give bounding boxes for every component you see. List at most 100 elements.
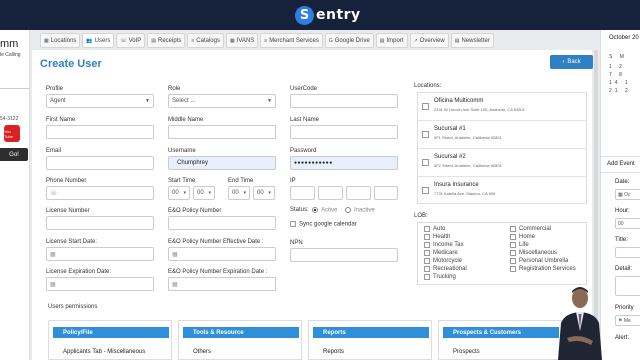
- middle-name-label: Middle Name: [168, 117, 204, 123]
- permission-card-reports: Reports Reports: [308, 320, 432, 360]
- lob-checkbox-registration-services[interactable]: Registration Services: [510, 266, 576, 272]
- start-hour-select[interactable]: 00 ▾: [168, 186, 190, 200]
- event-title-input[interactable]: [615, 247, 640, 258]
- lob-checkbox-trucking[interactable]: Trucking: [424, 274, 456, 280]
- license-start-date-input[interactable]: ▦: [46, 247, 154, 261]
- tab-label: IVANS: [236, 37, 255, 44]
- ip-octet-2-input[interactable]: [318, 186, 343, 200]
- calendar-week-row[interactable]: 21 2: [609, 88, 631, 94]
- checkbox-icon[interactable]: [422, 131, 429, 138]
- tagline-fragment: le Calling: [0, 52, 21, 58]
- ip-octet-3-input[interactable]: [346, 186, 371, 200]
- permission-card-header[interactable]: Tools & Resource: [183, 327, 299, 338]
- calendar-week-row[interactable]: 1 2: [609, 64, 625, 70]
- lob-checkbox-auto[interactable]: Auto: [424, 226, 445, 232]
- permission-item[interactable]: Applicants Tab - Miscellaneous: [63, 349, 145, 355]
- middle-name-input[interactable]: [168, 125, 276, 139]
- permission-item[interactable]: Reports: [323, 349, 344, 355]
- youtube-icon[interactable]: You Tube: [4, 125, 20, 142]
- email-input[interactable]: [46, 156, 154, 170]
- weekday-row: S M: [609, 54, 627, 60]
- location-item[interactable]: Insura Insurance 7731 Katella Ave, Stant…: [418, 177, 586, 205]
- tab-google-drive[interactable]: G Google Drive: [324, 33, 374, 48]
- location-item[interactable]: Oficina Multicomm 2331 W Lincoln Ave Sui…: [418, 93, 586, 121]
- lob-checkbox-commercial[interactable]: Commercial: [510, 226, 551, 232]
- location-name: Insura Insurance: [434, 182, 479, 188]
- start-hour-value: 00: [172, 190, 179, 196]
- tab-catalogs[interactable]: ≡ Catalogs: [187, 33, 224, 48]
- lob-checkbox-life[interactable]: Life: [510, 242, 529, 248]
- first-name-input[interactable]: [46, 125, 154, 139]
- checkbox-icon: [424, 266, 430, 272]
- license-number-input[interactable]: [46, 216, 154, 230]
- usercode-input[interactable]: [290, 94, 398, 108]
- event-priority-value: Me: [623, 317, 631, 324]
- start-minute-select[interactable]: 00 ▾: [193, 186, 215, 200]
- ip-label: IP: [290, 178, 296, 184]
- checkbox-icon[interactable]: [422, 103, 429, 110]
- calendar-week-row[interactable]: 7 8: [609, 72, 625, 78]
- users-icon: 👥: [86, 37, 93, 44]
- eo-effective-date-input[interactable]: ▦: [168, 247, 276, 261]
- tab-import[interactable]: ▤ Import: [375, 33, 408, 48]
- end-hour-select[interactable]: 00 ▾: [228, 186, 250, 200]
- lob-label-text: Trucking: [433, 274, 456, 280]
- ip-octet-4-input[interactable]: [374, 186, 398, 200]
- ip-octet-1-input[interactable]: [290, 186, 315, 200]
- end-minute-select[interactable]: 00 ▾: [253, 186, 275, 200]
- tab-label: Google Drive: [334, 37, 370, 44]
- location-address: 7731 Katella Ave, Stanton, CA 906: [434, 191, 496, 196]
- go-button[interactable]: Go!: [0, 148, 28, 161]
- tab-voip[interactable]: ☏ VoIP: [116, 33, 146, 48]
- lob-checkbox-recreational[interactable]: Recreational: [424, 266, 467, 272]
- tab-receipts[interactable]: ▤ Receipts: [147, 33, 186, 48]
- profile-select[interactable]: Agent ▼: [46, 94, 154, 108]
- back-button[interactable]: ‹ Back: [550, 55, 593, 69]
- tab-overview[interactable]: ↗ Overview: [409, 33, 449, 48]
- event-date-input[interactable]: ▦ Oc: [615, 189, 640, 200]
- lob-label-text: Personal Umbrella: [519, 258, 569, 264]
- eo-policy-number-input[interactable]: [168, 216, 276, 230]
- tab-ivans[interactable]: ▦ IVANS: [225, 33, 259, 48]
- npn-input[interactable]: [290, 248, 398, 262]
- permission-item[interactable]: Prospects: [453, 349, 480, 355]
- tab-newsletter[interactable]: ▤ Newsletter: [450, 33, 494, 48]
- last-name-input[interactable]: [290, 125, 398, 139]
- checkbox-icon[interactable]: [422, 159, 429, 166]
- checkbox-icon[interactable]: [422, 187, 429, 194]
- eo-expiration-date-input[interactable]: ▦: [168, 277, 276, 291]
- location-item[interactable]: Sucursal #2 0F2 Street, Anaheim, Califor…: [418, 149, 586, 177]
- username-input[interactable]: Chumphrey: [168, 156, 276, 170]
- permission-item[interactable]: Others: [193, 349, 211, 355]
- google-icon: G: [328, 37, 333, 44]
- license-expiration-date-input[interactable]: ▦: [46, 277, 154, 291]
- sentry-logo[interactable]: S entry: [295, 5, 361, 25]
- event-priority-select[interactable]: ⚑ Me: [615, 315, 640, 326]
- phone-icon: ☏: [50, 190, 58, 197]
- password-input[interactable]: ●●●●●●●●●●●: [290, 156, 398, 170]
- lob-checkbox-health[interactable]: Health: [424, 234, 450, 240]
- password-label: Password: [290, 148, 317, 154]
- sync-google-checkbox[interactable]: Sync google calendar: [290, 221, 357, 228]
- event-hour-select[interactable]: 00: [615, 218, 640, 229]
- status-active-radio[interactable]: Active: [312, 207, 337, 214]
- lob-checkbox-personal-umbrella[interactable]: Personal Umbrella: [510, 258, 568, 264]
- tab-users[interactable]: 👥 Users: [82, 33, 115, 48]
- tab-merchant-services[interactable]: ≡ Merchant Services: [260, 33, 323, 48]
- lob-checkbox-medicare[interactable]: Medicare: [424, 250, 458, 256]
- calendar-icon: ▦: [50, 281, 56, 288]
- tab-locations[interactable]: ▦ Locations: [40, 33, 81, 48]
- location-item[interactable]: Sucursal #1 0F1 Street, Anaheim, Califor…: [418, 121, 586, 149]
- lob-checkbox-income-tax[interactable]: Income Tax: [424, 242, 464, 248]
- role-select[interactable]: Select ... ▼: [168, 94, 276, 108]
- lob-checkbox-home[interactable]: Home: [510, 234, 535, 240]
- permission-card-header[interactable]: Policy/File: [53, 327, 169, 338]
- status-inactive-radio[interactable]: Inactive: [345, 207, 375, 214]
- event-detail-input[interactable]: [615, 276, 640, 296]
- permission-card-header[interactable]: Reports: [313, 327, 429, 338]
- calendar-week-row[interactable]: 14 1: [609, 80, 631, 86]
- phone-input[interactable]: ☏: [46, 186, 154, 200]
- lob-checkbox-motorcycle[interactable]: Motorcycle: [424, 258, 462, 264]
- lob-checkbox-miscellaneous[interactable]: Miscellaneous: [510, 250, 557, 256]
- permission-card-header[interactable]: Prospects & Customers: [443, 327, 559, 338]
